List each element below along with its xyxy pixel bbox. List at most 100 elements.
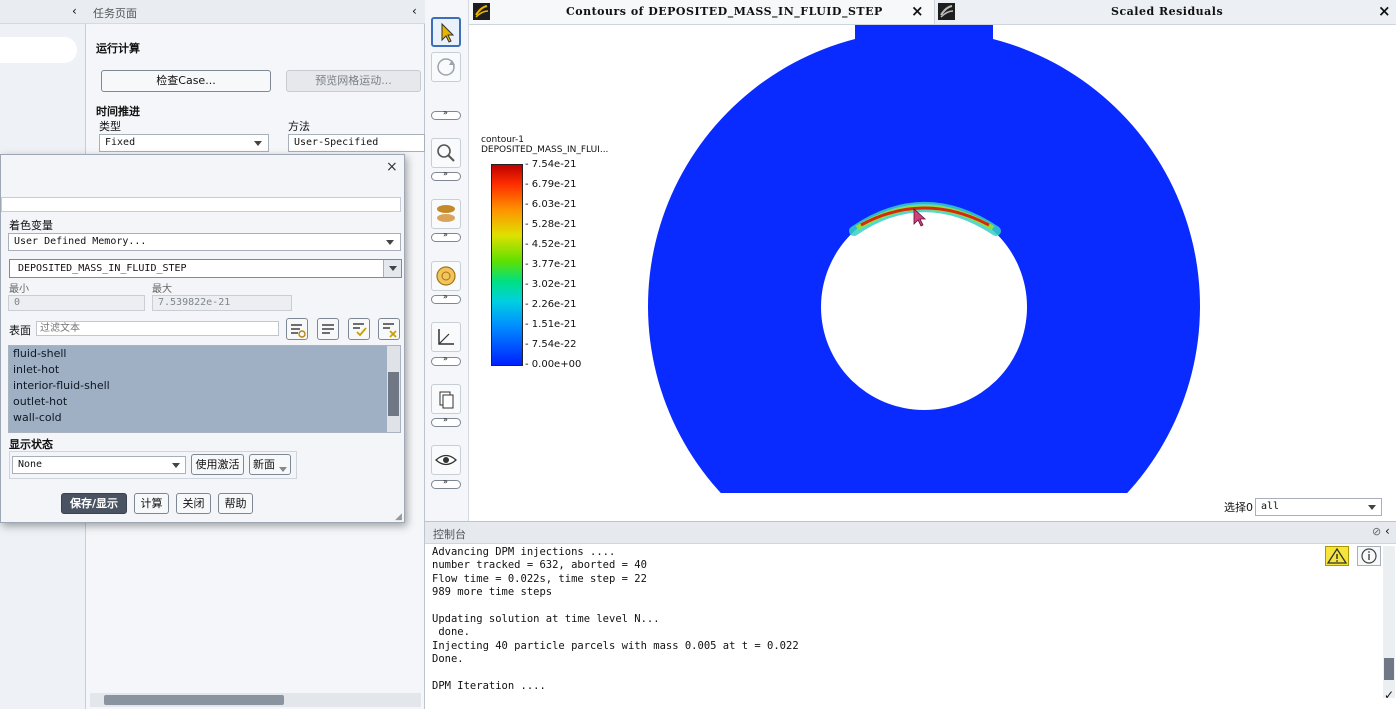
min-label: 最小 [9, 284, 29, 295]
tab-contours[interactable]: Contours of DEPOSITED_MASS_IN_FLUID_STEP… [469, 0, 935, 24]
warning-button[interactable] [1325, 546, 1349, 566]
pointer-tool-button[interactable] [431, 17, 461, 47]
chevron-down-icon [389, 266, 397, 271]
scrollbar-thumb[interactable] [1384, 658, 1394, 680]
list-item[interactable]: fluid-shell [9, 346, 400, 362]
min-value-field: 0 [8, 295, 145, 311]
plane-view-button[interactable] [431, 199, 461, 229]
select-all-surfaces-button[interactable] [348, 318, 370, 340]
task-page-title: 任务页面 [93, 7, 137, 20]
display-state-label: 显示状态 [9, 438, 53, 451]
fluent-app-icon [938, 3, 955, 20]
info-button[interactable] [1357, 546, 1381, 566]
preview-mesh-motion-button[interactable]: 预览网格运动... [286, 70, 421, 92]
surface-filter-input[interactable] [36, 321, 279, 336]
collapse-task-icon[interactable]: ‹ [412, 4, 417, 18]
scrollbar-thumb[interactable] [104, 695, 284, 705]
view-visibility-button[interactable] [431, 445, 461, 475]
chevron-down-icon: » [443, 108, 448, 117]
info-icon [1361, 548, 1377, 564]
contour-plot[interactable] [469, 25, 1396, 521]
help-button[interactable]: 帮助 [218, 493, 253, 514]
use-active-button[interactable]: 使用激活 [191, 454, 244, 475]
expand-toolbar-button[interactable]: » [431, 415, 461, 427]
time-method-select[interactable]: User-Specified [288, 134, 425, 152]
new-surface-button[interactable]: 新面 [249, 454, 291, 475]
chevron-down-icon [386, 240, 394, 245]
console-output[interactable]: Advancing DPM injections .... number tra… [432, 546, 799, 693]
collapse-console-icon[interactable]: ‹ [1385, 524, 1390, 538]
graphics-toolbar: » » » » » » » [425, 0, 469, 521]
chevron-down-icon: » [443, 477, 448, 486]
scrollbar-thumb[interactable] [388, 372, 399, 416]
mesh-display-button[interactable] [431, 261, 461, 291]
copy-view-button[interactable] [431, 384, 461, 414]
axes-button[interactable] [431, 322, 461, 352]
compute-button[interactable]: 计算 [134, 493, 169, 514]
contour-name-field[interactable] [1, 197, 401, 212]
list-item[interactable]: wall-cold [9, 410, 400, 426]
deselect-all-icon [383, 323, 397, 338]
list-icon [322, 324, 334, 334]
rotate-icon [437, 58, 455, 76]
surfaces-list-scrollbar[interactable] [387, 346, 400, 432]
chevron-down-icon [1368, 505, 1376, 510]
list-item[interactable]: outlet-hot [9, 394, 400, 410]
color-variable-field-select[interactable]: DEPOSITED_MASS_IN_FLUID_STEP [9, 259, 402, 278]
display-state-select[interactable]: None [12, 456, 186, 474]
expand-toolbar-button[interactable]: » [431, 354, 461, 366]
list-item[interactable]: inlet-hot [9, 362, 400, 378]
settings-icon[interactable]: ⊘ [1372, 525, 1381, 538]
surfaces-list[interactable]: fluid-shell inlet-hot interior-fluid-she… [8, 345, 401, 433]
expand-toolbar-button[interactable]: » [431, 230, 461, 242]
selection-select[interactable]: all [1255, 498, 1382, 516]
copy-icon [439, 391, 454, 409]
selection-value: all [1261, 501, 1280, 512]
list-item[interactable]: interior-fluid-shell [9, 378, 400, 394]
close-icon[interactable]: × [1378, 2, 1391, 20]
graphics-viewport[interactable]: contour-1 DEPOSITED_MASS_IN_FLUI... - 7.… [469, 25, 1396, 521]
method-label: 方法 [288, 120, 310, 133]
expand-toolbar-button[interactable]: » [431, 292, 461, 304]
deselect-all-surfaces-button[interactable] [378, 318, 400, 340]
tree-header: ‹ [0, 0, 86, 24]
check-case-button[interactable]: 检查Case... [101, 70, 271, 92]
contours-dialog: × 着色变量 User Defined Memory... DEPOSITED_… [0, 154, 405, 523]
close-icon[interactable]: × [911, 2, 924, 20]
task-horizontal-scrollbar[interactable] [90, 693, 421, 707]
expand-toolbar-button[interactable]: » [431, 477, 461, 489]
tree-search-field[interactable] [0, 37, 77, 63]
color-variable-category-select[interactable]: User Defined Memory... [8, 233, 401, 251]
fluent-app-icon [473, 3, 490, 20]
dropdown-button[interactable] [383, 260, 401, 277]
zoom-tool-button[interactable] [431, 138, 461, 168]
resize-grip-icon[interactable]: ◢ [395, 512, 402, 522]
select-group-button[interactable] [317, 318, 339, 340]
close-button[interactable]: 关闭 [176, 493, 211, 514]
console-vertical-scrollbar[interactable] [1383, 546, 1395, 698]
checkmark-icon: ✓ [1384, 688, 1395, 702]
residuals-tab-title: Scaled Residuals [1111, 5, 1224, 18]
close-icon[interactable]: × [386, 159, 398, 175]
expand-toolbar-button[interactable]: » [431, 108, 461, 120]
chevron-down-icon [172, 463, 180, 468]
warning-icon [1326, 547, 1348, 564]
axes-icon [438, 329, 454, 345]
contours-tab-title: Contours of DEPOSITED_MASS_IN_FLUID_STEP [566, 5, 883, 18]
type-label: 类型 [99, 120, 121, 133]
time-type-value: Fixed [105, 137, 136, 148]
new-surface-label: 新面 [253, 458, 275, 471]
display-state-value: None [18, 459, 43, 470]
collapse-left-icon[interactable]: ‹ [72, 4, 77, 18]
chevron-down-icon: » [443, 415, 448, 424]
max-label: 最大 [152, 284, 172, 295]
save-display-button[interactable]: 保存/显示 [61, 493, 127, 514]
console-panel: 控制台 ⊘ ‹ Advancing DPM injections .... nu… [425, 521, 1396, 709]
expand-toolbar-button[interactable]: » [431, 169, 461, 181]
chevron-down-icon: » [443, 354, 448, 363]
time-type-select[interactable]: Fixed [99, 134, 269, 152]
tab-scaled-residuals[interactable]: Scaled Residuals × [935, 0, 1396, 24]
pointer-icon [441, 22, 455, 43]
rotate-tool-button[interactable] [431, 52, 461, 82]
select-new-surface-button[interactable] [286, 318, 308, 340]
